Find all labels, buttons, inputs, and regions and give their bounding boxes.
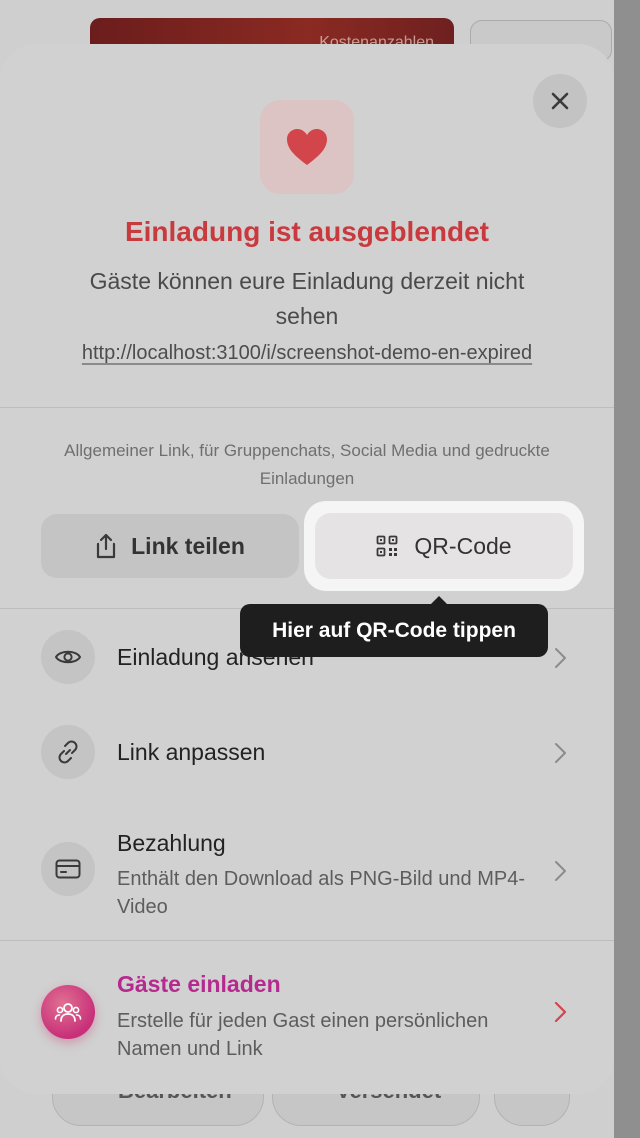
qr-code-label: QR-Code bbox=[414, 532, 512, 559]
share-hint: Allgemeiner Link, für Gruppenchats, Soci… bbox=[64, 441, 550, 488]
chevron-right-icon bbox=[554, 1001, 567, 1023]
status-subtitle: Gäste können eure Einladung derzeit nich… bbox=[89, 268, 525, 329]
background-scrollbar bbox=[614, 0, 640, 1138]
qr-code-button[interactable]: QR-Code bbox=[315, 513, 573, 579]
row-description: Erstelle für jeden Gast einen persönlich… bbox=[117, 1010, 489, 1060]
eye-icon-wrap bbox=[41, 630, 95, 684]
card-icon bbox=[55, 859, 81, 879]
divider bbox=[0, 407, 614, 408]
card-icon-wrap bbox=[41, 842, 95, 896]
row-customize-link[interactable]: Link anpassen bbox=[0, 725, 614, 781]
close-button[interactable] bbox=[533, 74, 587, 128]
row-title: Gäste einladen bbox=[117, 971, 281, 997]
heart-icon bbox=[287, 129, 327, 165]
row-title: Link anpassen bbox=[117, 739, 266, 765]
guests-icon bbox=[54, 1003, 82, 1022]
qr-code-icon bbox=[377, 535, 398, 557]
eye-icon bbox=[55, 650, 81, 664]
link-icon bbox=[58, 740, 78, 764]
onboarding-tooltip: Hier auf QR-Code tippen bbox=[240, 604, 548, 657]
chevron-right-icon bbox=[555, 743, 566, 763]
page-title: Einladung ist ausgeblendet bbox=[124, 216, 490, 247]
invitation-url-link[interactable]: http://localhost:3100/i/screenshot-demo-… bbox=[0, 342, 614, 365]
share-link-label: Link teilen bbox=[131, 532, 245, 559]
link-icon-wrap bbox=[41, 725, 95, 779]
divider bbox=[0, 940, 614, 941]
guests-icon-wrap bbox=[41, 985, 95, 1039]
chevron-right-icon bbox=[555, 861, 566, 881]
share-link-button[interactable]: Link teilen bbox=[41, 514, 299, 578]
row-title: Bezahlung bbox=[117, 830, 226, 856]
row-payment[interactable]: Bezahlung Enthält den Download als PNG-B… bbox=[0, 828, 614, 918]
share-icon bbox=[97, 533, 116, 559]
heart-tile bbox=[260, 100, 354, 194]
row-description: Enthält den Download als PNG-Bild und MP… bbox=[117, 868, 525, 918]
chevron-right-icon bbox=[555, 648, 566, 668]
close-icon bbox=[551, 92, 569, 110]
